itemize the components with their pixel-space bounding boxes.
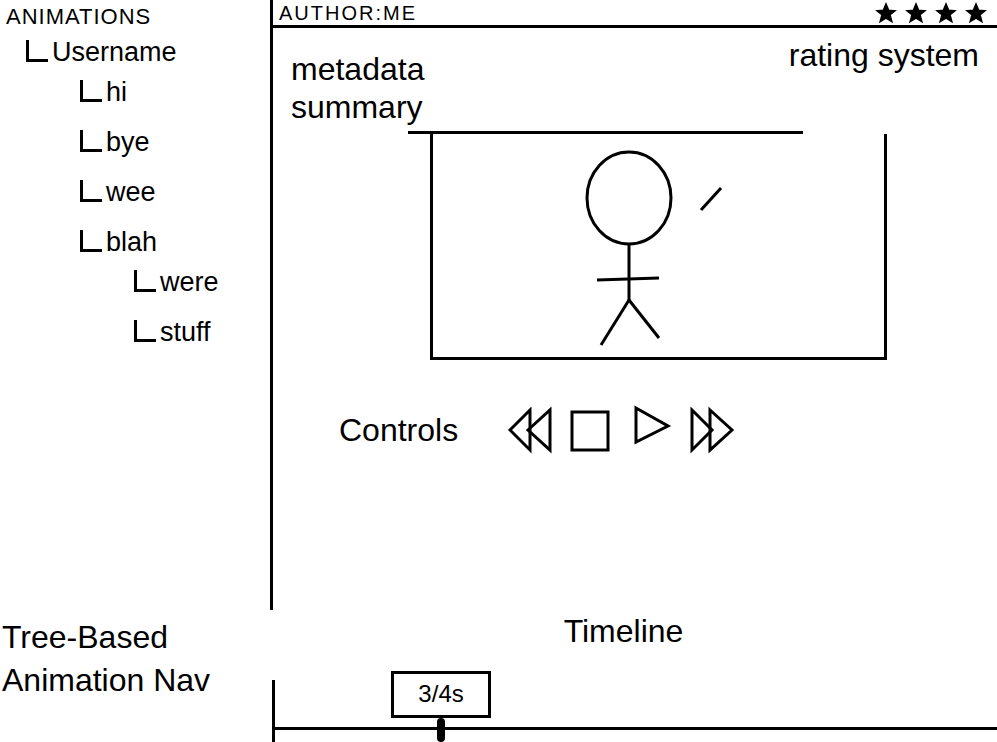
tree-list: were stuff — [106, 262, 264, 362]
tree-list: Usernamehi bye wee blahwere stuff — [6, 32, 264, 362]
star-icon[interactable] — [965, 2, 987, 24]
tree-item[interactable]: wee — [76, 172, 264, 222]
timeline-area: 3/4s — [272, 680, 997, 742]
tree-item[interactable]: stuff — [130, 312, 264, 362]
tree-item[interactable]: blahwere stuff — [76, 222, 264, 362]
tree-item[interactable]: hi — [76, 72, 264, 122]
tree-nav-label: Tree-Based Animation Nav — [0, 610, 270, 742]
author-label: AUTHOR:ME — [279, 1, 417, 25]
timeline-track[interactable] — [275, 727, 997, 730]
tree-item-label[interactable]: were — [160, 262, 219, 302]
control-buttons — [506, 404, 736, 456]
tree-item[interactable]: were — [130, 262, 264, 312]
rating-label: rating system — [789, 36, 979, 74]
animation-preview — [430, 134, 887, 360]
tree-list: hi bye wee blahwere stuff — [52, 72, 264, 362]
star-icon[interactable] — [905, 2, 927, 24]
marker-time[interactable]: 3/4s — [391, 671, 491, 718]
stop-button[interactable] — [566, 404, 616, 456]
tree-title: ANIMATIONS — [6, 4, 264, 30]
controls-row: Controls — [273, 360, 997, 456]
header-bar: AUTHOR:ME — [273, 0, 997, 28]
timeline: Timeline 3/4s — [270, 610, 997, 742]
tree-item-label[interactable]: hi — [106, 72, 127, 112]
tree-item-label[interactable]: bye — [106, 122, 150, 162]
play-button[interactable] — [626, 404, 676, 456]
animation-viewer: ANIMATIONSUsernamehibyeweeblahwerestuffA… — [0, 0, 997, 742]
meta-row: metadata summary rating system — [273, 28, 997, 127]
controls-label: Controls — [339, 411, 458, 449]
fast-forward-button[interactable] — [686, 404, 736, 456]
tree-item-label[interactable]: blah — [106, 222, 157, 262]
star-icon[interactable] — [935, 2, 957, 24]
tree-item-label[interactable]: stuff — [160, 312, 211, 352]
rating-stars[interactable] — [875, 2, 987, 24]
tree-item[interactable]: Usernamehi bye wee blahwere stuff — [22, 32, 264, 362]
stop-icon[interactable] — [566, 404, 616, 456]
play-icon[interactable] — [626, 404, 676, 456]
tree-nav: ANIMATIONSUsernamehi bye wee blahwere stuff — [0, 0, 270, 610]
star-icon[interactable] — [875, 2, 897, 24]
timeline-marker[interactable]: 3/4s — [391, 671, 491, 742]
main-panel: AUTHOR:ME metadata summary rating system Co… — [270, 0, 997, 610]
fast-forward-icon[interactable] — [686, 404, 736, 456]
metadata-summary: metadata summary — [291, 36, 481, 127]
rewind-button[interactable] — [506, 404, 556, 456]
timeline-label: Timeline — [270, 610, 997, 650]
tree-item[interactable]: bye — [76, 122, 264, 172]
tree-item-label[interactable]: Username — [52, 32, 177, 72]
rewind-icon[interactable] — [506, 404, 556, 456]
marker-pin[interactable] — [437, 718, 445, 742]
stick-figure-icon — [509, 140, 809, 350]
tree-item-label[interactable]: wee — [106, 172, 156, 212]
